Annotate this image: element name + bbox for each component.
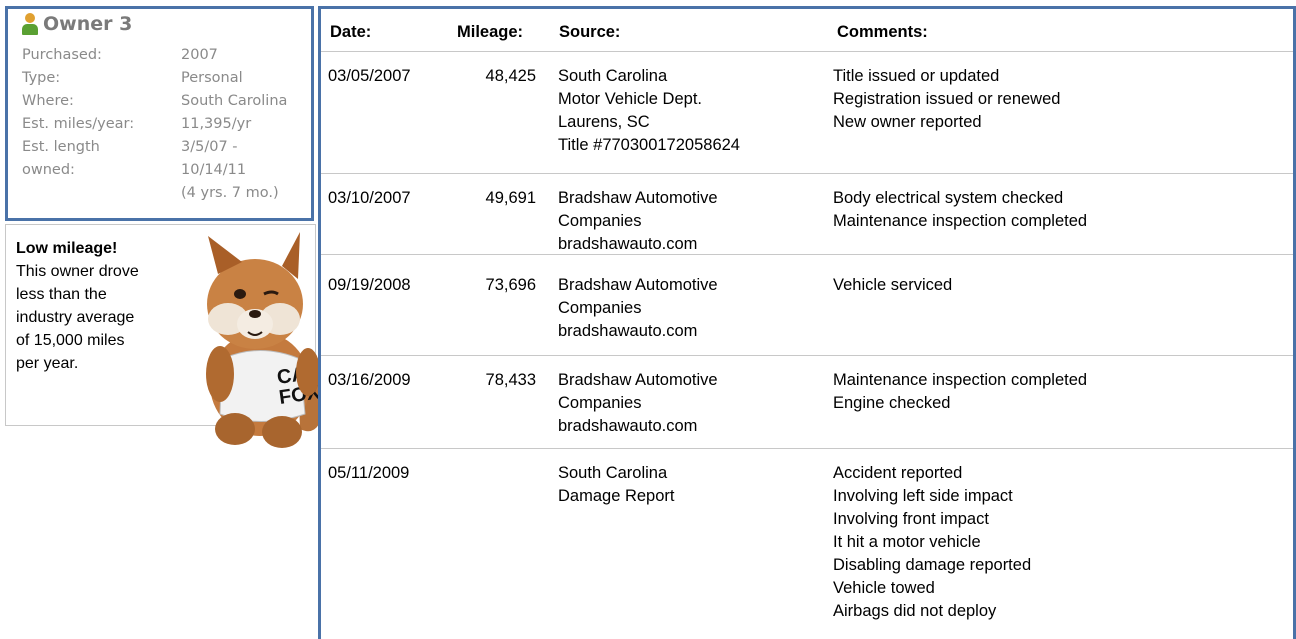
source-line: Bradshaw Automotive [558,371,718,389]
row-source: South Carolina Motor Vehicle Dept. Laure… [558,65,828,157]
vehicle-history-table: Date: Mileage: Source: Comments: 03/05/2… [318,6,1296,639]
low-mileage-line: of 15,000 miles [16,332,125,349]
source-line: South Carolina [558,464,668,482]
table-row: 09/19/2008 73,696 Bradshaw Automotive Co… [321,261,1293,356]
source-line: Companies [558,299,642,317]
comment-line: Disabling damage reported [833,556,1032,574]
comment-line: Title issued or updated [833,67,1000,85]
detail-value: 3/5/07 - 10/14/11 (4 yrs. 7 mo.) [181,136,321,205]
table-row: 03/05/2007 48,425 South Carolina Motor V… [321,52,1293,174]
table-row: 05/11/2009 South Carolina Damage Report … [321,449,1293,639]
row-mileage: 78,433 [485,371,536,389]
low-mileage-text: Low mileage! This owner drove less than … [16,237,191,375]
source-line: bradshawauto.com [558,235,698,253]
row-comments: Vehicle serviced [833,274,1273,297]
row-source: South Carolina Damage Report [558,462,828,508]
row-mileage: 48,425 [485,67,536,85]
detail-value: 2007 [181,47,218,63]
detail-label: Est. miles/year: [22,116,135,132]
comment-line: It hit a motor vehicle [833,533,981,551]
detail-row-miles-per-year: Est. miles/year: 11,395/yr [22,113,321,136]
row-mileage: 73,696 [485,276,536,294]
row-comments: Maintenance inspection completed Engine … [833,369,1273,415]
detail-value-line: 10/14/11 [181,162,247,178]
column-header-comments: Comments: [837,23,928,41]
detail-value-line: 3/5/07 - [181,139,238,155]
source-line: Damage Report [558,487,675,505]
detail-label: Where: [22,93,74,109]
comment-line: New owner reported [833,113,982,131]
source-line: bradshawauto.com [558,322,698,340]
detail-row-type: Type: Personal [22,67,321,90]
row-date: 09/19/2008 [328,276,411,294]
row-source: Bradshaw Automotive Companies bradshawau… [558,187,828,256]
comment-line: Engine checked [833,394,951,412]
source-line: Title #770300172058624 [558,136,740,154]
detail-value: South Carolina [181,93,288,109]
source-line: South Carolina [558,67,668,85]
row-comments: Body electrical system checked Maintenan… [833,187,1273,233]
row-mileage: 49,691 [485,189,536,207]
row-comments: Accident reported Involving left side im… [833,462,1273,623]
detail-value: 11,395/yr [181,116,252,132]
table-row: 03/10/2007 49,691 Bradshaw Automotive Co… [321,174,1293,255]
source-line: Motor Vehicle Dept. [558,90,702,108]
comment-line: Vehicle towed [833,579,935,597]
row-comments: Title issued or updated Registration iss… [833,65,1273,134]
table-row: 03/16/2009 78,433 Bradshaw Automotive Co… [321,356,1293,449]
source-line: Bradshaw Automotive [558,276,718,294]
owner-title: Owner 3 [43,13,133,35]
owner-details: Purchased: 2007 Type: Personal Where: So… [22,44,321,205]
row-date: 05/11/2009 [328,464,410,482]
low-mileage-line: per year. [16,355,79,372]
low-mileage-line: industry average [16,309,135,326]
column-header-date: Date: [330,23,372,41]
comment-line: Airbags did not deploy [833,602,997,620]
carfox-mascot-image: CAR FOX [206,232,326,448]
comment-line: Body electrical system checked [833,189,1064,207]
low-mileage-title: Low mileage! [16,240,118,257]
row-date: 03/16/2009 [328,371,411,389]
detail-row-purchased: Purchased: 2007 [22,44,321,67]
detail-value-line: (4 yrs. 7 mo.) [181,185,279,201]
comment-line: Maintenance inspection completed [833,371,1088,389]
owner-header: Owner 3 [22,12,132,36]
source-line: bradshawauto.com [558,417,698,435]
comment-line: Involving left side impact [833,487,1013,505]
table-header-row: Date: Mileage: Source: Comments: [321,9,1293,52]
detail-row-length-owned: Est. length owned: 3/5/07 - 10/14/11 (4 … [22,136,321,205]
column-header-mileage: Mileage: [457,23,524,41]
low-mileage-line: This owner drove [16,263,139,280]
row-source: Bradshaw Automotive Companies bradshawau… [558,369,828,438]
detail-label: Purchased: [22,47,102,63]
column-header-source: Source: [559,23,621,41]
person-icon [22,13,38,35]
source-line: Companies [558,394,642,412]
detail-row-where: Where: South Carolina [22,90,321,113]
detail-label: Est. length owned: [22,139,100,178]
low-mileage-line: less than the [16,286,107,303]
row-date: 03/10/2007 [328,189,411,207]
comment-line: Vehicle serviced [833,276,953,294]
comment-line: Maintenance inspection completed [833,212,1088,230]
row-source: Bradshaw Automotive Companies bradshawau… [558,274,828,343]
comment-line: Accident reported [833,464,963,482]
source-line: Bradshaw Automotive [558,189,718,207]
comment-line: Involving front impact [833,510,989,528]
detail-value: Personal [181,70,243,86]
owner-summary-panel: Owner 3 Purchased: 2007 Type: Personal W… [5,6,314,221]
source-line: Companies [558,212,642,230]
comment-line: Registration issued or renewed [833,90,1061,108]
source-line: Laurens, SC [558,113,650,131]
detail-label: Type: [22,70,61,86]
row-date: 03/05/2007 [328,67,411,85]
